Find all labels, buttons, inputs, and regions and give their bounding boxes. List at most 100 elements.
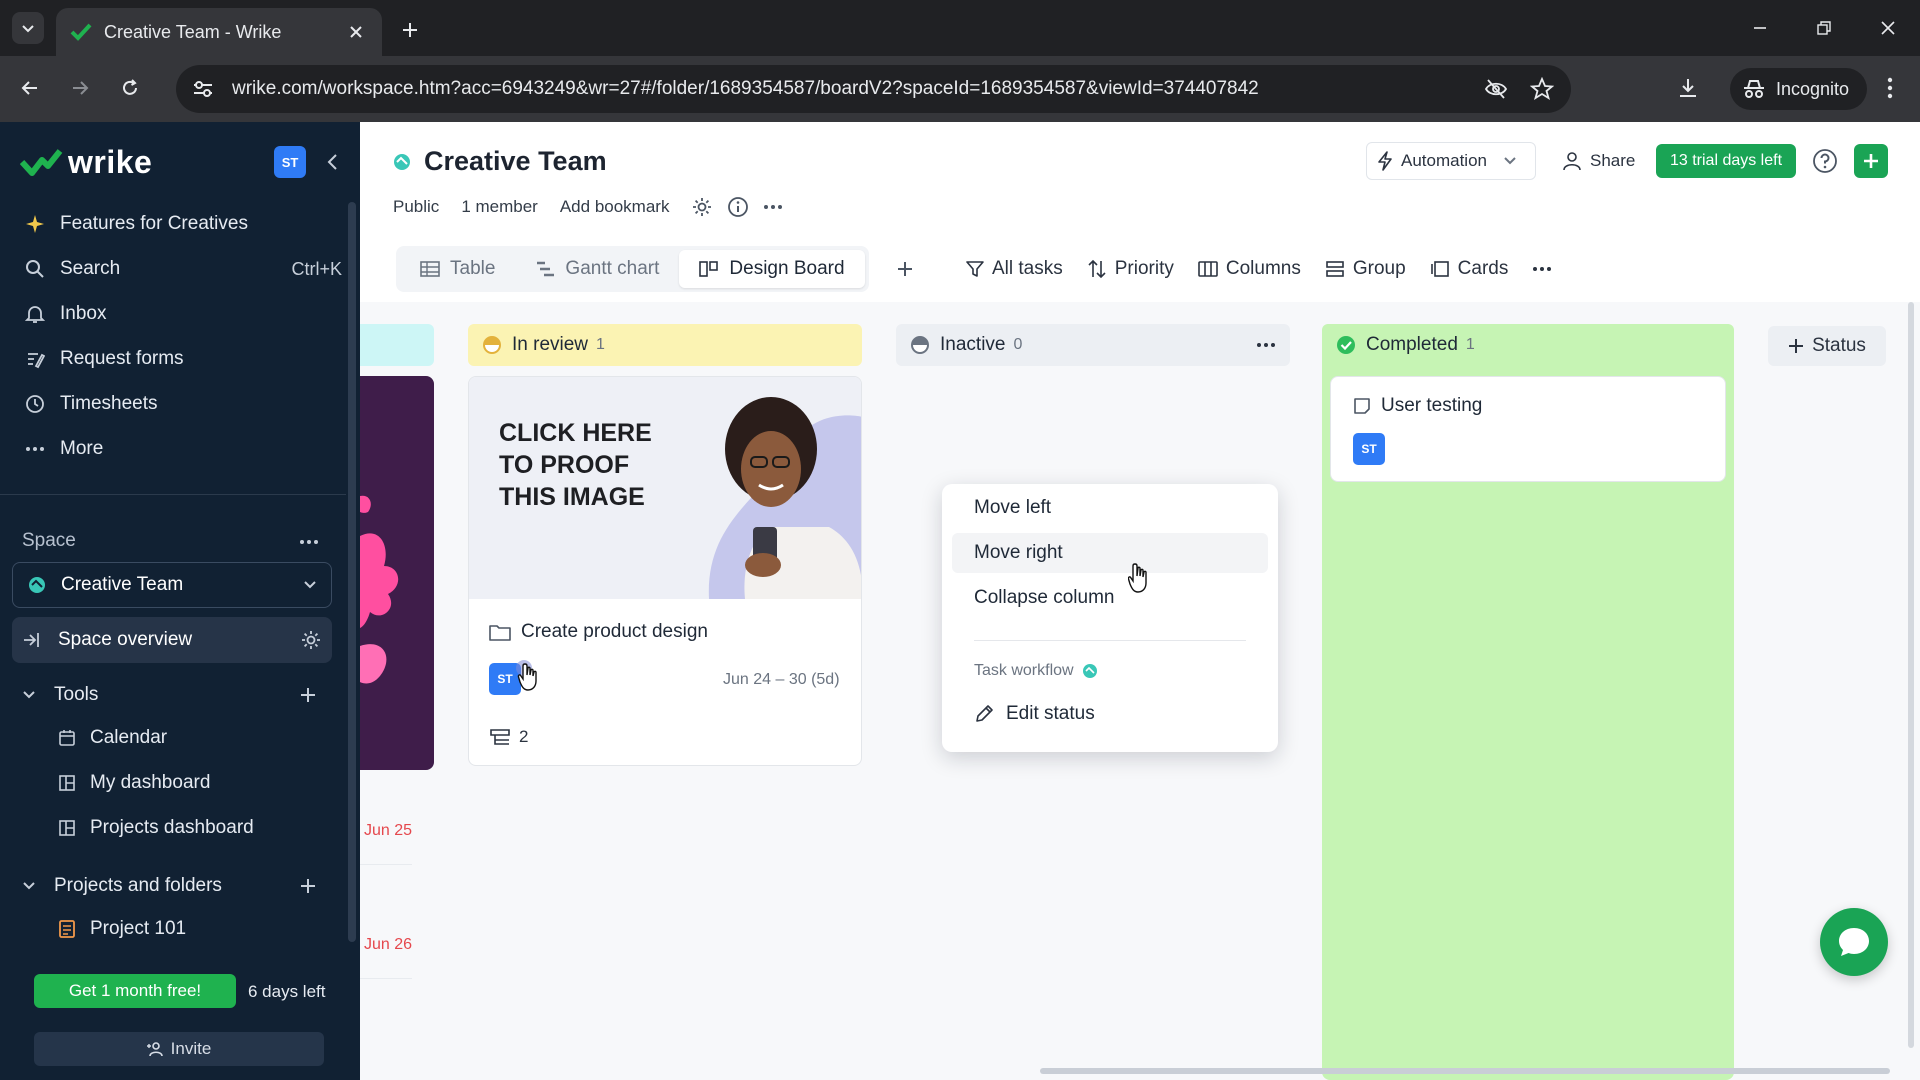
menu-item-edit-status[interactable]: Edit status xyxy=(974,694,1095,734)
tab-close-button[interactable] xyxy=(344,20,368,44)
members-link[interactable]: 1 member xyxy=(461,197,538,217)
space-more-button[interactable] xyxy=(296,530,322,554)
tab-table[interactable]: Table xyxy=(400,250,515,288)
tab-gantt-chart[interactable]: Gantt chart xyxy=(515,250,679,288)
invite-button[interactable]: Invite xyxy=(34,1032,324,1066)
share-button[interactable]: Share xyxy=(1554,142,1643,180)
projects-section-header[interactable]: Projects and folders xyxy=(22,871,222,901)
browser-tab[interactable]: Creative Team - Wrike xyxy=(56,8,382,56)
task-title[interactable]: Create product design xyxy=(489,621,708,643)
sidebar-item-project-101[interactable]: Project 101 xyxy=(56,911,186,947)
sidebar-item-more[interactable]: More xyxy=(22,431,103,467)
new-tab-button[interactable] xyxy=(394,14,426,46)
chat-support-button[interactable] xyxy=(1820,908,1888,976)
sidebar-item-label: Projects dashboard xyxy=(90,817,254,838)
partial-column-header[interactable] xyxy=(360,324,434,366)
sidebar-item-label: Request forms xyxy=(60,348,184,369)
minimize-button[interactable] xyxy=(1740,10,1780,46)
sidebar-item-label: Timesheets xyxy=(60,393,158,414)
back-button[interactable] xyxy=(12,70,48,106)
sidebar-item-request-forms[interactable]: Request forms xyxy=(22,341,184,377)
settings-button[interactable] xyxy=(691,196,713,218)
space-overview-item[interactable]: Space overview xyxy=(12,617,332,663)
sidebar-item-search[interactable]: Search Ctrl+K xyxy=(22,251,342,287)
tab-search-button[interactable] xyxy=(12,12,44,44)
gear-icon[interactable] xyxy=(300,629,322,651)
space-selector[interactable]: Creative Team xyxy=(12,562,332,608)
column-header-in-review[interactable]: In review 1 xyxy=(468,324,862,366)
task-title[interactable]: User testing xyxy=(1353,395,1482,417)
board-vertical-scrollbar[interactable] xyxy=(1908,302,1914,1048)
restore-button[interactable] xyxy=(1804,10,1844,46)
sidebar-item-projects-dashboard[interactable]: Projects dashboard xyxy=(56,810,254,846)
create-new-button[interactable] xyxy=(1854,144,1888,178)
task-card-create-product-design[interactable]: CLICK HERE TO PROOF THIS IMAGE Create pr… xyxy=(468,376,862,766)
download-icon xyxy=(1680,79,1696,97)
assignee-avatar[interactable]: ST xyxy=(1353,433,1385,465)
board-horizontal-scrollbar[interactable] xyxy=(1040,1068,1890,1074)
menu-item-move-right[interactable]: Move right xyxy=(952,533,1268,573)
sort-priority-button[interactable]: Priority xyxy=(1087,252,1174,286)
partial-task-card[interactable] xyxy=(360,376,434,770)
task-dates[interactable]: Jun 24 – 30 (5d) xyxy=(723,671,840,689)
filter-all-tasks-button[interactable]: All tasks xyxy=(966,252,1063,286)
column-header-completed[interactable]: Completed 1 xyxy=(1322,324,1734,366)
sidebar-scrollbar[interactable] xyxy=(348,202,356,942)
folder-icon xyxy=(489,625,511,641)
columns-button[interactable]: Columns xyxy=(1198,252,1301,286)
reload-button[interactable] xyxy=(112,70,148,106)
wrike-logo[interactable]: wrike xyxy=(20,144,152,181)
info-button[interactable] xyxy=(727,196,749,218)
tracking-off-button[interactable] xyxy=(1481,74,1511,104)
dots-icon xyxy=(300,540,318,544)
cards-button[interactable]: Cards xyxy=(1430,252,1508,286)
get-month-free-button[interactable]: Get 1 month free! xyxy=(34,974,236,1008)
help-button[interactable] xyxy=(1812,148,1838,174)
add-view-button[interactable] xyxy=(890,254,920,284)
info-icon xyxy=(728,197,749,217)
add-project-button[interactable] xyxy=(296,874,320,898)
address-bar[interactable]: wrike.com/workspace.htm?acc=6943249&wr=2… xyxy=(176,65,1571,113)
menu-item-move-left[interactable]: Move left xyxy=(952,488,1268,528)
user-avatar[interactable]: ST xyxy=(274,146,306,178)
site-info-icon[interactable] xyxy=(190,76,216,102)
forward-button[interactable] xyxy=(62,70,98,106)
sidebar-item-timesheets[interactable]: Timesheets xyxy=(22,386,158,422)
task-card-user-testing[interactable]: User testing ST xyxy=(1330,376,1726,482)
downloads-button[interactable] xyxy=(1670,70,1706,106)
status-inactive-icon xyxy=(910,335,930,355)
proof-image[interactable]: CLICK HERE TO PROOF THIS IMAGE xyxy=(469,377,861,599)
browser-menu-button[interactable] xyxy=(1872,70,1908,106)
group-button[interactable]: Group xyxy=(1325,252,1406,286)
bookmark-star-button[interactable] xyxy=(1527,74,1557,104)
subtasks-count[interactable]: 2 xyxy=(489,727,528,747)
visibility-label[interactable]: Public xyxy=(393,197,439,217)
menu-item-collapse-column[interactable]: Collapse column xyxy=(952,578,1268,618)
sidebar-item-inbox[interactable]: Inbox xyxy=(22,296,106,332)
user-icon xyxy=(1563,152,1581,171)
menu-divider xyxy=(974,640,1246,641)
plus-icon xyxy=(898,262,912,276)
sidebar-item-calendar[interactable]: Calendar xyxy=(56,720,167,756)
add-bookmark-link[interactable]: Add bookmark xyxy=(560,197,670,217)
divider xyxy=(360,864,412,865)
add-tool-button[interactable] xyxy=(296,683,320,707)
close-window-button[interactable] xyxy=(1868,10,1908,46)
more-options-button[interactable] xyxy=(763,204,783,210)
column-header-inactive[interactable]: Inactive 0 xyxy=(896,324,1290,366)
sidebar-item-my-dashboard[interactable]: My dashboard xyxy=(56,765,210,801)
add-status-button[interactable]: Status xyxy=(1768,326,1886,366)
check-circle-icon xyxy=(1336,335,1356,355)
tools-section-header[interactable]: Tools xyxy=(22,680,98,710)
chevron-down-icon xyxy=(22,25,34,33)
view-more-button[interactable] xyxy=(1532,252,1560,286)
trial-days-button[interactable]: 13 trial days left xyxy=(1656,144,1796,178)
automation-button[interactable]: Automation xyxy=(1366,142,1536,180)
incognito-indicator[interactable]: Incognito xyxy=(1730,68,1868,110)
sidebar-item-features[interactable]: Features for Creatives xyxy=(22,206,248,242)
collapse-sidebar-button[interactable] xyxy=(318,148,346,176)
tab-design-board[interactable]: Design Board xyxy=(679,250,865,288)
group-icon xyxy=(1326,261,1344,277)
column-menu-button[interactable] xyxy=(1256,342,1276,348)
calendar-icon xyxy=(56,727,78,749)
